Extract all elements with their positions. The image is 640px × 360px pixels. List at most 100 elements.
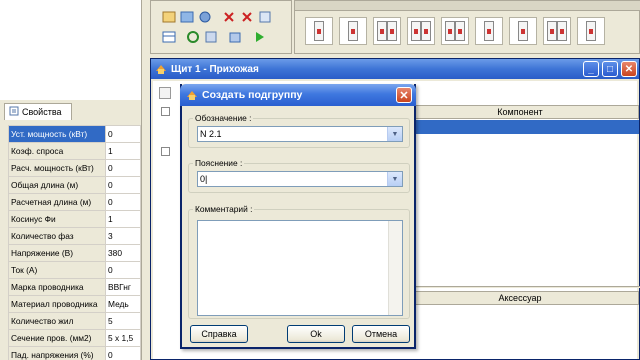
property-row[interactable]: Материал проводника Медь — [8, 295, 141, 313]
property-value[interactable]: 0 — [105, 159, 141, 177]
explanation-combo[interactable]: 0| ▼ — [197, 171, 403, 187]
property-row[interactable]: Марка проводника ВВГнг — [8, 278, 141, 296]
close-icon[interactable]: ✕ — [621, 61, 637, 77]
property-name: Напряжение (В) — [8, 244, 106, 262]
breaker-icon[interactable] — [373, 17, 401, 45]
property-name: Количество фаз — [8, 227, 106, 245]
property-row[interactable]: Пад. напряжения (%) 0 — [8, 346, 141, 360]
property-name: Сечение пров. (мм2) — [8, 329, 106, 347]
column-component[interactable]: Компонент — [401, 105, 639, 119]
property-value[interactable]: 1 — [105, 142, 141, 160]
left-pane — [0, 0, 143, 100]
breaker-icon[interactable] — [339, 17, 367, 45]
run-icon[interactable] — [251, 29, 267, 45]
comment-textarea[interactable] — [197, 220, 403, 316]
property-name: Расч. мощность (кВт) — [8, 159, 106, 177]
palette-row — [305, 17, 605, 45]
app-icon — [155, 63, 167, 75]
help-button[interactable]: Справка — [190, 325, 248, 343]
app-icon — [186, 89, 198, 101]
palette-tabs[interactable] — [295, 1, 640, 11]
close-icon[interactable]: ✕ — [396, 87, 412, 103]
toolbar — [150, 0, 292, 54]
splitter[interactable] — [141, 0, 149, 360]
property-row[interactable]: Косинус Фи 1 — [8, 210, 141, 228]
chevron-down-icon[interactable]: ▼ — [387, 127, 402, 141]
minimize-icon[interactable]: _ — [583, 61, 599, 77]
create-subgroup-dialog: Создать подгруппу ✕ Обозначение : N 2.1 … — [180, 84, 416, 349]
property-name: Коэф. спроса — [8, 142, 106, 160]
cancel-button[interactable]: Отмена — [352, 325, 410, 343]
tab-properties[interactable]: Свойства — [4, 103, 72, 120]
property-value[interactable]: 0 — [105, 346, 141, 360]
scrollbar[interactable] — [388, 221, 402, 315]
designation-group: Обозначение : N 2.1 ▼ — [188, 113, 410, 148]
property-value[interactable]: 380 — [105, 244, 141, 262]
breaker-icon[interactable] — [407, 17, 435, 45]
component-palette — [294, 0, 640, 54]
property-value[interactable]: 0 — [105, 261, 141, 279]
ok-button[interactable]: Ok — [287, 325, 345, 343]
maximize-icon[interactable]: □ — [602, 61, 618, 77]
property-value[interactable]: 5 — [105, 312, 141, 330]
panel-window-titlebar[interactable]: Щит 1 - Прихожая _ □ ✕ — [151, 59, 639, 79]
property-value[interactable]: 0 — [105, 176, 141, 194]
breaker-icon[interactable] — [305, 17, 333, 45]
property-row[interactable]: Напряжение (В) 380 — [8, 244, 141, 262]
property-row[interactable]: Количество жил 5 — [8, 312, 141, 330]
property-name: Ток (А) — [8, 261, 106, 279]
property-value[interactable]: 5 x 1,5 — [105, 329, 141, 347]
property-row[interactable]: Количество фаз 3 — [8, 227, 141, 245]
table-icon[interactable] — [161, 29, 177, 45]
property-value[interactable]: 1 — [105, 210, 141, 228]
splitter[interactable] — [393, 286, 640, 288]
dialog-titlebar[interactable]: Создать подгруппу ✕ — [180, 84, 416, 106]
property-name: Уст. мощность (кВт) — [8, 125, 106, 143]
property-name: Пад. напряжения (%) — [8, 346, 106, 360]
tool-icon[interactable] — [161, 9, 177, 25]
column-accessory[interactable]: Аксессуар — [401, 291, 639, 305]
property-value[interactable]: 0 — [105, 193, 141, 211]
property-row[interactable]: Уст. мощность (кВт) 0 — [8, 125, 141, 143]
properties-grid: Уст. мощность (кВт) 0 Коэф. спроса 1 Расч. м… — [8, 125, 141, 360]
component-grid[interactable] — [401, 135, 639, 285]
properties-icon — [9, 106, 19, 118]
property-row[interactable]: Коэф. спроса 1 — [8, 142, 141, 160]
property-value[interactable]: 0 — [105, 125, 141, 143]
tool-icon[interactable] — [257, 9, 273, 25]
explanation-label: Пояснение : — [193, 158, 245, 168]
gear-icon[interactable] — [197, 9, 213, 25]
property-row[interactable]: Расчетная длина (м) 0 — [8, 193, 141, 211]
cancel-button-label: Отмена — [364, 329, 398, 339]
cut-icon[interactable] — [239, 9, 255, 25]
tool-icon[interactable] — [203, 29, 219, 45]
breaker-icon[interactable] — [509, 17, 537, 45]
property-row[interactable]: Ток (А) 0 — [8, 261, 141, 279]
help-button-label: Справка — [201, 329, 237, 339]
designation-label: Обозначение : — [193, 113, 254, 123]
toolbar-icon[interactable] — [159, 87, 171, 99]
property-value[interactable]: 3 — [105, 227, 141, 245]
property-row[interactable]: Сечение пров. (мм2) 5 x 1,5 — [8, 329, 141, 347]
property-name: Материал проводника — [8, 295, 106, 313]
property-value[interactable]: ВВГнг — [105, 278, 141, 296]
breaker-icon[interactable] — [543, 17, 571, 45]
toolbar-row-2 — [161, 29, 267, 47]
tool-icon[interactable] — [179, 9, 195, 25]
breaker-icon[interactable] — [475, 17, 503, 45]
tree-expand-icon[interactable] — [161, 107, 170, 116]
designation-combo[interactable]: N 2.1 ▼ — [197, 126, 403, 142]
chevron-down-icon[interactable]: ▼ — [387, 172, 402, 186]
property-row[interactable]: Расч. мощность (кВт) 0 — [8, 159, 141, 177]
export-icon[interactable] — [227, 29, 243, 45]
explanation-value: 0| — [200, 174, 208, 184]
tree-expand-icon[interactable] — [161, 147, 170, 156]
refresh-icon[interactable] — [185, 29, 201, 45]
selected-row[interactable] — [401, 120, 639, 134]
breaker-icon[interactable] — [577, 17, 605, 45]
explanation-group: Пояснение : 0| ▼ — [188, 158, 410, 193]
delete-icon[interactable] — [221, 9, 237, 25]
property-value[interactable]: Медь — [105, 295, 141, 313]
breaker-icon[interactable] — [441, 17, 469, 45]
property-row[interactable]: Общая длина (м) 0 — [8, 176, 141, 194]
